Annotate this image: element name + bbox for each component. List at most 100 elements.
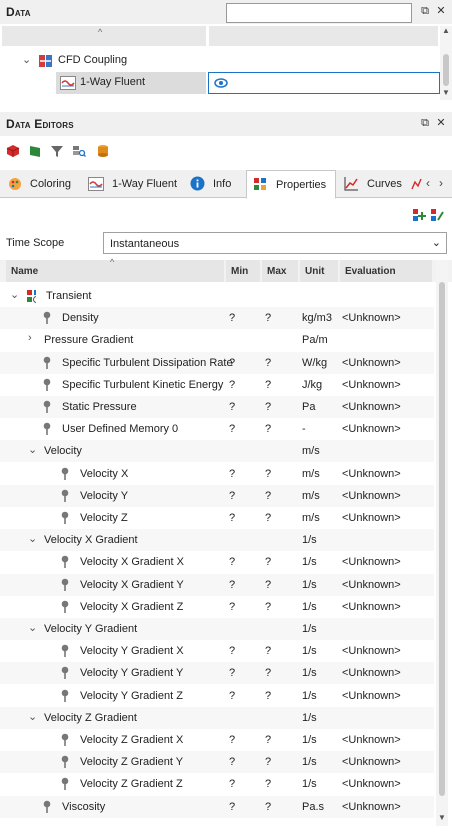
table-row[interactable]: Velocity Y Gradient X?? 1/s <Unknown> (0, 640, 434, 662)
scroll-thumb[interactable] (443, 54, 449, 86)
table-row[interactable]: Velocity Z Gradient X?? 1/s <Unknown> (0, 729, 434, 751)
chevron-down-icon[interactable]: ⌄ (22, 53, 31, 66)
probe-pin-icon (43, 422, 51, 436)
tab-1-way-fluent[interactable]: 1-Way Fluent (82, 170, 182, 198)
chevron-down-icon[interactable]: ⌄ (10, 288, 19, 301)
property-max: ? (265, 600, 272, 613)
chevron-right-icon[interactable]: › (28, 332, 32, 344)
eye-icon[interactable] (214, 77, 228, 89)
tab-info[interactable]: Info (184, 170, 242, 198)
property-unit: W/kg (302, 356, 328, 369)
table-row[interactable]: Static Pressure?? Pa <Unknown> (0, 396, 434, 418)
scroll-thumb[interactable] (439, 282, 445, 796)
property-min: ? (229, 556, 236, 569)
column-header-min[interactable]: Min (226, 260, 260, 282)
table-row[interactable]: Velocity Y Gradient Y?? 1/s <Unknown> (0, 662, 434, 685)
table-row[interactable]: Velocity Z Gradient Z?? 1/s <Unknown> (0, 773, 434, 795)
data-tree-scrollbar[interactable]: ▲ ▼ (440, 26, 452, 100)
property-unit: 1/s (302, 600, 317, 613)
chevron-down-icon[interactable]: ⌄ (28, 443, 37, 456)
property-evaluation: <Unknown> (342, 401, 401, 413)
close-icon[interactable]: ✕ (434, 116, 448, 130)
table-row[interactable]: Velocity Y Gradient Z?? 1/s <Unknown> (0, 685, 434, 707)
table-row[interactable]: Velocity X Gradient Z?? 1/s <Unknown> (0, 596, 434, 618)
table-row[interactable]: Velocity Z Gradient Y?? 1/s <Unknown> (0, 751, 434, 774)
table-row[interactable]: User Defined Memory 0?? - <Unknown> (0, 418, 434, 440)
table-row[interactable]: ⌄ Transient (0, 285, 434, 307)
tree-row-cfd-coupling[interactable]: ⌄ CFD Coupling (0, 50, 440, 72)
property-evaluation: <Unknown> (342, 800, 401, 813)
tab-coloring[interactable]: Coloring (0, 170, 80, 198)
overflow-tab-icon[interactable] (410, 177, 422, 191)
property-unit: 1/s (302, 623, 317, 635)
property-evaluation: <Unknown> (342, 778, 401, 791)
cfd-coupling-icon (39, 55, 52, 67)
tree-row-1-way-fluent[interactable]: 1-Way Fluent (56, 72, 440, 94)
close-icon[interactable]: ✕ (434, 4, 448, 18)
property-max: ? (265, 689, 272, 702)
property-name: Viscosity (62, 800, 106, 813)
property-unit: kg/m3 (302, 312, 332, 325)
grid-header: Name ^ Min Max Unit Evaluation (0, 257, 452, 282)
property-unit: Pa.s (302, 800, 325, 813)
editors-panel-title: Data Editors (6, 117, 74, 131)
properties-toolbar (0, 200, 452, 230)
edit-properties-icon[interactable] (430, 208, 444, 222)
column-header-name[interactable]: Name ^ (6, 257, 224, 282)
float-window-icon[interactable]: ⧉ (418, 116, 432, 130)
red-cube-icon[interactable] (6, 144, 20, 158)
scroll-down-icon[interactable]: ▼ (438, 813, 446, 822)
chevron-down-icon[interactable]: ⌄ (28, 710, 37, 723)
green-panel-icon[interactable] (28, 144, 42, 158)
property-evaluation: <Unknown> (342, 423, 401, 436)
scroll-up-icon[interactable]: ▲ (442, 26, 450, 35)
property-name: Velocity X Gradient X (80, 556, 184, 569)
tab-scroll-left-icon[interactable]: ‹ (426, 176, 430, 190)
property-name: Pressure Gradient (44, 334, 134, 347)
table-row[interactable]: Specific Turbulent Kinetic Energy?? J/kg <… (0, 374, 434, 396)
table-row[interactable]: Velocity X Gradient X?? 1/s <Unknown> (0, 551, 434, 573)
property-min: ? (229, 356, 236, 369)
data-tree: ^ ⌄ CFD Coupling 1-Way Fluent (0, 26, 440, 102)
database-icon[interactable] (96, 144, 110, 158)
table-row[interactable]: Velocity Y?? m/s <Unknown> (0, 484, 434, 507)
table-row[interactable]: Velocity Z?? m/s <Unknown> (0, 507, 434, 529)
table-row[interactable]: Density?? kg/m3 <Unknown> (0, 307, 434, 330)
chevron-down-icon[interactable]: ⌄ (28, 532, 37, 545)
tab-curves[interactable]: Curves (338, 170, 408, 198)
column-header-unit[interactable]: Unit (300, 260, 338, 282)
tree-column-header[interactable]: ^ (2, 26, 206, 46)
tab-scroll-right-icon[interactable]: › (439, 176, 443, 190)
column-header-evaluation[interactable]: Evaluation (340, 260, 432, 282)
table-row[interactable]: ⌄ Velocity X Gradient 1/s (0, 529, 434, 552)
property-unit: 1/s (302, 556, 317, 569)
table-row[interactable]: Viscosity?? Pa.s <Unknown> (0, 795, 434, 818)
table-row[interactable]: Velocity X?? m/s <Unknown> (0, 463, 434, 485)
table-row[interactable]: ⌄ Velocity m/s (0, 440, 434, 463)
time-scope-select[interactable]: Instantaneous ⌄ (103, 232, 447, 254)
table-row[interactable]: › Pressure Gradient Pa/m (0, 329, 434, 351)
table-row[interactable]: Specific Turbulent Dissipation Rate?? W/k… (0, 351, 434, 374)
property-name: Velocity Y Gradient Z (80, 689, 183, 702)
transient-properties-icon (27, 290, 36, 303)
property-unit: 1/s (302, 711, 317, 724)
table-row[interactable]: ⌄ Velocity Z Gradient 1/s (0, 706, 434, 729)
scroll-down-icon[interactable]: ▼ (442, 88, 450, 97)
tree-column-header-2[interactable] (209, 26, 438, 46)
chevron-down-icon[interactable]: ⌄ (28, 621, 37, 634)
filter-icon[interactable] (50, 144, 64, 158)
table-row[interactable]: Velocity X Gradient Y?? 1/s <Unknown> (0, 573, 434, 596)
property-min: ? (229, 467, 236, 480)
property-min: ? (229, 667, 236, 680)
data-panel-header: Data ⧉ ✕ (0, 0, 452, 24)
column-header-max[interactable]: Max (262, 260, 298, 282)
grid-scrollbar[interactable]: ▼ (436, 260, 448, 826)
property-max: ? (265, 734, 272, 746)
probe-pin-icon (61, 644, 69, 658)
float-window-icon[interactable]: ⧉ (418, 4, 432, 18)
table-row[interactable]: ⌄ Velocity Y Gradient 1/s (0, 618, 434, 640)
data-search-input[interactable] (226, 3, 412, 23)
search-properties-icon[interactable] (72, 144, 86, 158)
add-property-icon[interactable] (412, 208, 426, 222)
tab-properties[interactable]: Properties (246, 170, 336, 199)
